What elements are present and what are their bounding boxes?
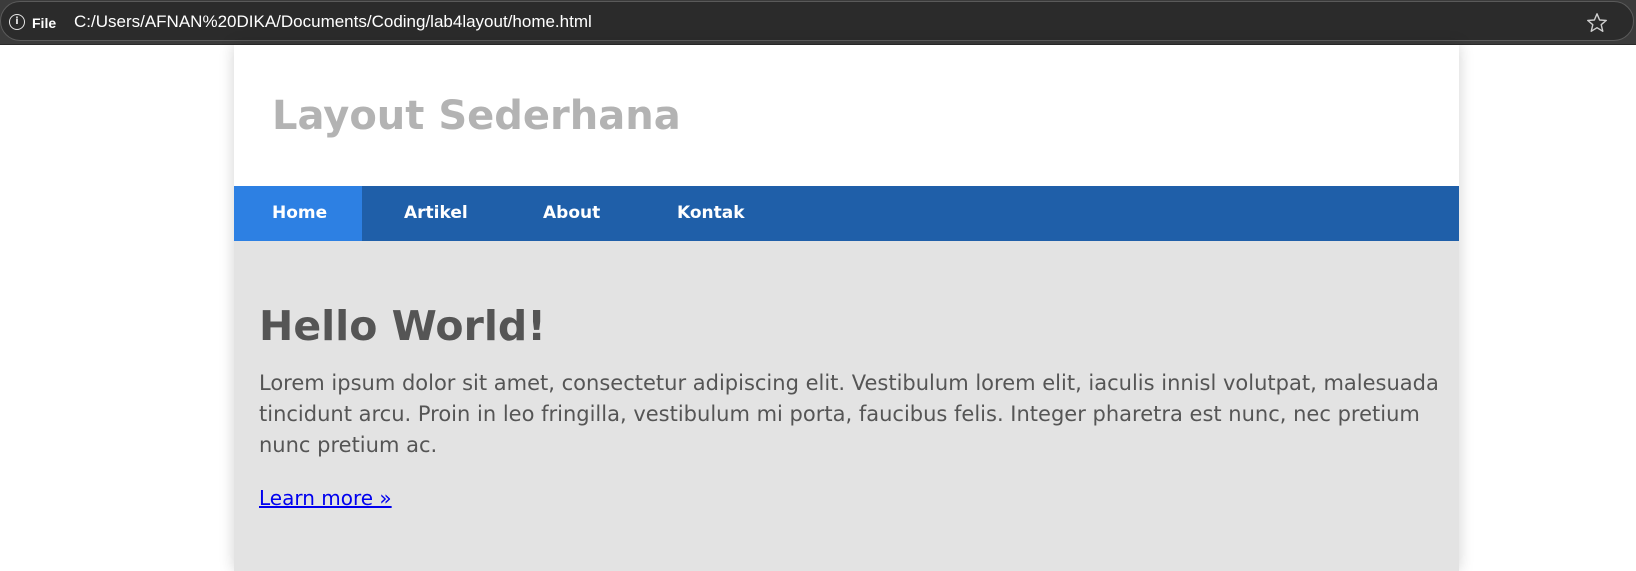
main-content: Hello World! Lorem ipsum dolor sit amet,… (234, 241, 1459, 571)
browser-address-bar: i File C:/Users/AFNAN%20DIKA/Documents/C… (0, 0, 1636, 45)
nav-about[interactable]: About (543, 186, 600, 241)
learn-more-link[interactable]: Learn more » (259, 485, 392, 511)
site-header: Layout Sederhana (234, 45, 1459, 186)
url-text[interactable]: C:/Users/AFNAN%20DIKA/Documents/Coding/l… (74, 12, 592, 32)
star-icon[interactable] (1585, 11, 1609, 35)
page-container: Layout Sederhana Home Artikel About Kont… (234, 45, 1459, 571)
main-nav: Home Artikel About Kontak (234, 186, 1459, 241)
nav-artikel[interactable]: Artikel (404, 186, 468, 241)
content-heading: Hello World! (259, 302, 546, 350)
nav-kontak[interactable]: Kontak (677, 186, 745, 241)
content-paragraph: Lorem ipsum dolor sit amet, consectetur … (259, 371, 1439, 457)
info-icon[interactable]: i (9, 14, 25, 30)
file-label: File (32, 15, 57, 31)
nav-home[interactable]: Home (234, 186, 362, 241)
url-field[interactable]: i File C:/Users/AFNAN%20DIKA/Documents/C… (0, 1, 1634, 41)
site-title: Layout Sederhana (272, 93, 681, 139)
